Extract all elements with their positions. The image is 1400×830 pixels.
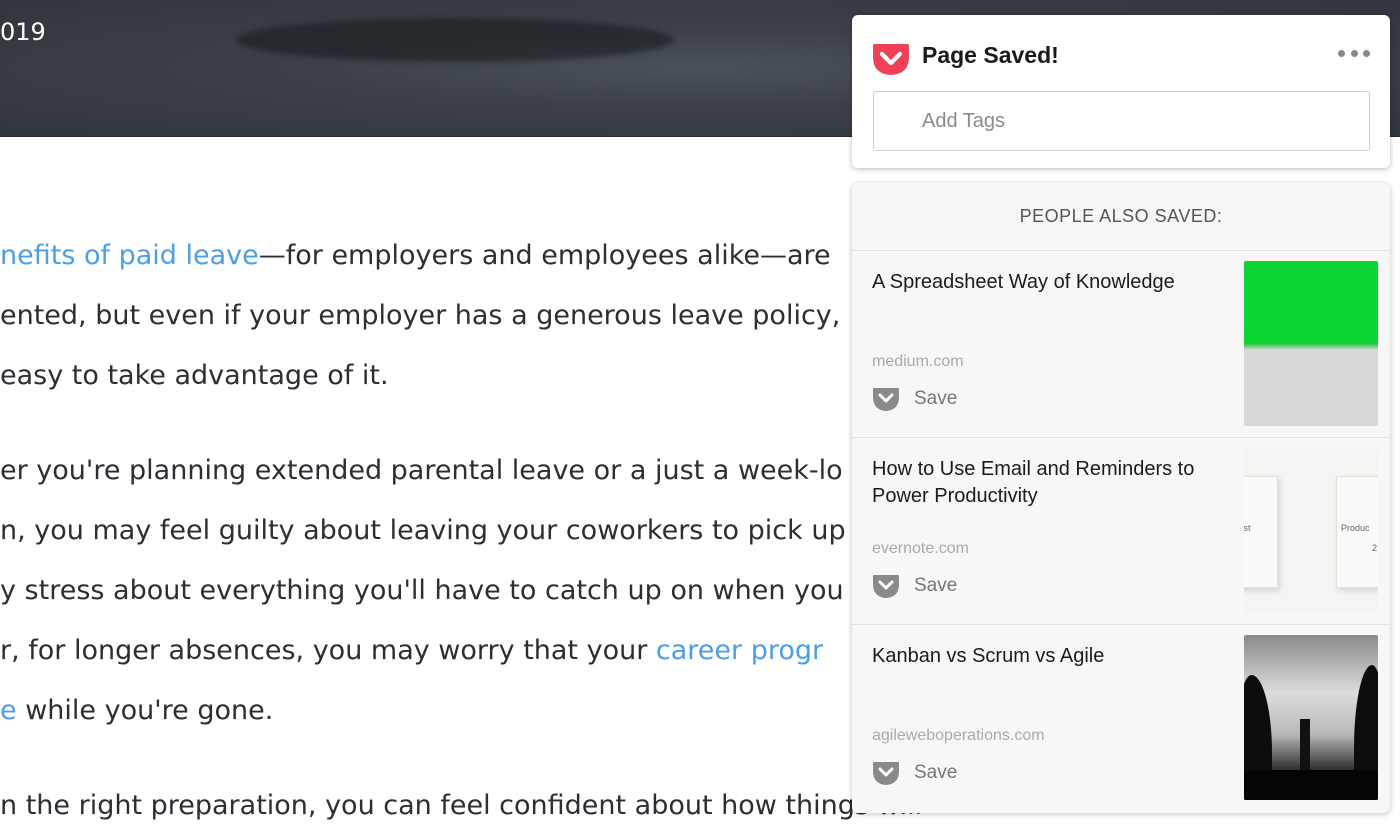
save-button[interactable]: Save xyxy=(872,757,957,789)
dot xyxy=(1350,49,1358,57)
recommendation-title[interactable]: Kanban vs Scrum vs Agile xyxy=(872,643,1232,670)
hero-decoration xyxy=(236,18,674,62)
thumbnail-ground xyxy=(1244,770,1378,800)
people-also-saved-heading: PEOPLE ALSO SAVED: xyxy=(852,183,1390,251)
recommendation-thumbnail[interactable] xyxy=(1244,261,1378,426)
add-tags-input[interactable] xyxy=(873,91,1370,151)
recommendation-title[interactable]: A Spreadsheet Way of Knowledge xyxy=(872,269,1232,296)
article-text: y stress about everything you'll have to… xyxy=(0,575,844,606)
thumbnail-text: ks xyxy=(1244,543,1273,550)
save-button[interactable]: Save xyxy=(872,570,957,602)
recommendation-item[interactable]: A Spreadsheet Way of Knowledge medium.co… xyxy=(852,251,1390,438)
save-label: Save xyxy=(914,575,958,596)
recommendation-domain: agileweboperations.com xyxy=(872,727,1045,744)
article-line: easy to take advantage of it. xyxy=(0,358,389,394)
thumbnail-paper: yist ks xyxy=(1244,476,1278,588)
thumbnail-paper: Produc 2 xyxy=(1336,476,1378,588)
pocket-save-icon xyxy=(873,575,899,598)
article-link[interactable]: nefits of paid leave xyxy=(0,240,259,271)
article-text: r, for longer absences, you may worry th… xyxy=(0,635,656,666)
article-line: n the right preparation, you can feel co… xyxy=(0,788,922,824)
thumbnail-text: Produc xyxy=(1341,523,1370,533)
hero-year-text: 019 xyxy=(0,18,46,46)
article-text: easy to take advantage of it. xyxy=(0,360,389,391)
article-text: while you're gone. xyxy=(16,695,274,726)
dot xyxy=(1363,49,1370,57)
article-line: r, for longer absences, you may worry th… xyxy=(0,633,823,669)
pocket-save-icon xyxy=(873,762,899,785)
article-line: e while you're gone. xyxy=(0,693,273,729)
recommendation-item[interactable]: Kanban vs Scrum vs Agile agileweboperati… xyxy=(852,625,1390,812)
article-text: —for employers and employees alike—are xyxy=(258,240,831,271)
save-button[interactable]: Save xyxy=(872,383,957,415)
save-label: Save xyxy=(914,388,958,409)
article-link[interactable]: career progr xyxy=(656,635,823,666)
more-horizontal-icon[interactable] xyxy=(1338,47,1370,59)
pocket-logo-icon xyxy=(873,44,909,75)
recommendation-thumbnail[interactable]: yist ks Produc 2 xyxy=(1244,448,1378,613)
recommendation-domain: evernote.com xyxy=(872,540,969,557)
pocket-saved-panel: Page Saved! xyxy=(852,15,1390,168)
article-line: nefits of paid leave—for employers and e… xyxy=(0,238,831,274)
article-line: er you're planning extended parental lea… xyxy=(0,453,843,489)
page-saved-title: Page Saved! xyxy=(922,42,1059,68)
article-text: n the right preparation, you can feel co… xyxy=(0,790,923,821)
article-line: y stress about everything you'll have to… xyxy=(0,573,844,609)
thumbnail-text: 2 xyxy=(1371,543,1377,553)
pocket-save-icon xyxy=(873,388,899,411)
recommendation-domain: medium.com xyxy=(872,353,964,370)
people-also-saved-panel: PEOPLE ALSO SAVED: A Spreadsheet Way of … xyxy=(852,183,1390,813)
article-text: n, you may feel guilty about leaving you… xyxy=(0,515,846,546)
article-text: er you're planning extended parental lea… xyxy=(0,455,843,486)
recommendation-thumbnail[interactable] xyxy=(1244,635,1378,800)
article-line: ented, but even if your employer has a g… xyxy=(0,298,840,334)
save-label: Save xyxy=(914,762,958,783)
thumbnail-text: yist xyxy=(1244,523,1251,533)
article-line: n, you may feel guilty about leaving you… xyxy=(0,513,846,549)
article-link[interactable]: e xyxy=(0,695,17,726)
article-text: ented, but even if your employer has a g… xyxy=(0,300,841,331)
recommendation-item[interactable]: How to Use Email and Reminders to Power … xyxy=(852,438,1390,625)
dot xyxy=(1338,49,1345,57)
recommendation-title[interactable]: How to Use Email and Reminders to Power … xyxy=(872,456,1232,510)
